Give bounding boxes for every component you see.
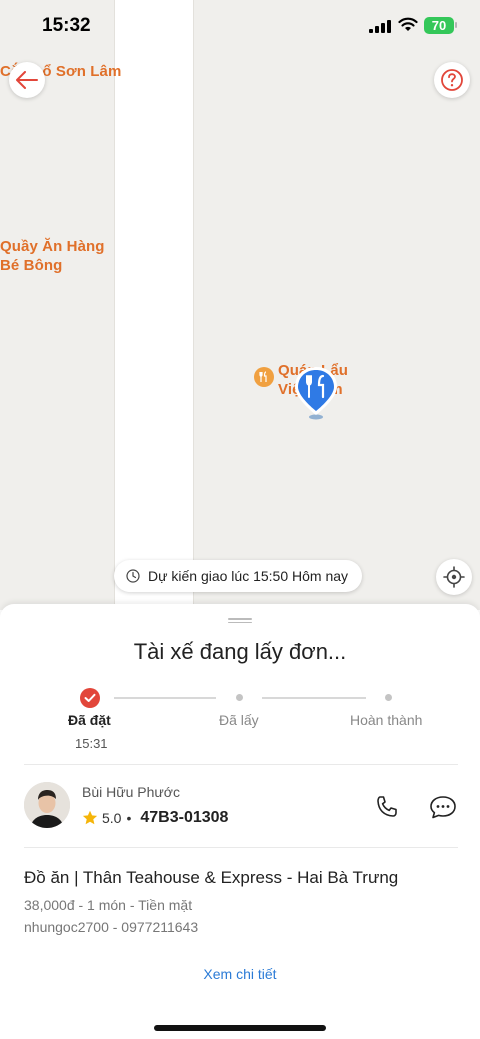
order-status-title: Tài xế đang lấy đơn... — [133, 639, 347, 664]
cellular-signal-icon — [369, 20, 391, 38]
restaurant-poi-icon — [254, 367, 274, 387]
status-time: 15:32 — [42, 15, 91, 36]
step-pending-dot — [236, 694, 243, 701]
step-label-completed: Hoàn thành — [350, 712, 423, 728]
map-road — [114, 0, 194, 610]
progress-line — [114, 697, 216, 699]
question-circle-icon — [441, 69, 463, 91]
driver-rating-row: 5.0 • 47B3-01308 — [82, 809, 228, 827]
star-icon — [82, 810, 98, 825]
order-summary: 38,000đ - 1 món - Tiền mặt — [24, 897, 193, 913]
help-button[interactable] — [434, 62, 470, 98]
map-poi-label: Quầy Ăn Hàng — [0, 238, 105, 255]
chat-bubble-icon — [430, 796, 456, 819]
eta-pill: Dự kiến giao lúc 15:50 Hôm nay — [114, 560, 363, 592]
view-details-link[interactable]: Xem chi tiết — [0, 966, 480, 982]
order-status-sheet: Tài xế đang lấy đơn... Đã đặt Đã lấy Hoà… — [0, 604, 480, 1039]
phone-icon — [377, 796, 397, 817]
order-title: Đồ ăn | Thân Teahouse & Express - Hai Bà… — [24, 868, 399, 887]
order-customer: nhungoc2700 - 0977211643 — [24, 919, 199, 935]
step-time-ordered: 15:31 — [75, 736, 108, 751]
divider — [24, 847, 458, 848]
step-label-ordered: Đã đặt — [68, 712, 111, 728]
back-button[interactable] — [9, 62, 45, 98]
wifi-icon — [398, 17, 418, 37]
divider — [24, 764, 458, 765]
call-driver-button[interactable] — [372, 792, 402, 822]
driver-avatar — [24, 782, 70, 828]
eta-text: Dự kiến giao lúc 15:50 Hôm nay — [148, 568, 349, 584]
driver-name: Bùi Hữu Phước — [82, 784, 180, 800]
step-done-check-icon — [80, 688, 100, 708]
chat-driver-button[interactable] — [428, 792, 458, 822]
battery-icon: 70 — [424, 17, 454, 34]
map-poi-label: Bé Bông — [0, 257, 63, 274]
driver-rating: 5.0 — [102, 810, 122, 826]
step-label-picked-up: Đã lấy — [219, 712, 259, 728]
map-view[interactable]: Cắt tỉ ổ Sơn Lâm Quầy Ăn Hàng Bé Bông Qu… — [0, 0, 480, 610]
arrow-left-icon — [16, 71, 38, 89]
license-plate: 47B3-01308 — [140, 809, 229, 826]
progress-line — [262, 697, 366, 699]
rating-separator: • — [126, 810, 132, 826]
restaurant-location-pin-icon[interactable] — [292, 365, 340, 426]
battery-tip — [455, 22, 457, 28]
crosshair-icon — [443, 566, 465, 588]
locate-me-button[interactable] — [436, 559, 472, 595]
sheet-drag-handle[interactable] — [228, 618, 252, 623]
home-indicator[interactable] — [154, 1025, 326, 1031]
clock-icon — [126, 569, 140, 583]
step-pending-dot — [385, 694, 392, 701]
status-bar: 15:32 70 — [0, 0, 480, 52]
